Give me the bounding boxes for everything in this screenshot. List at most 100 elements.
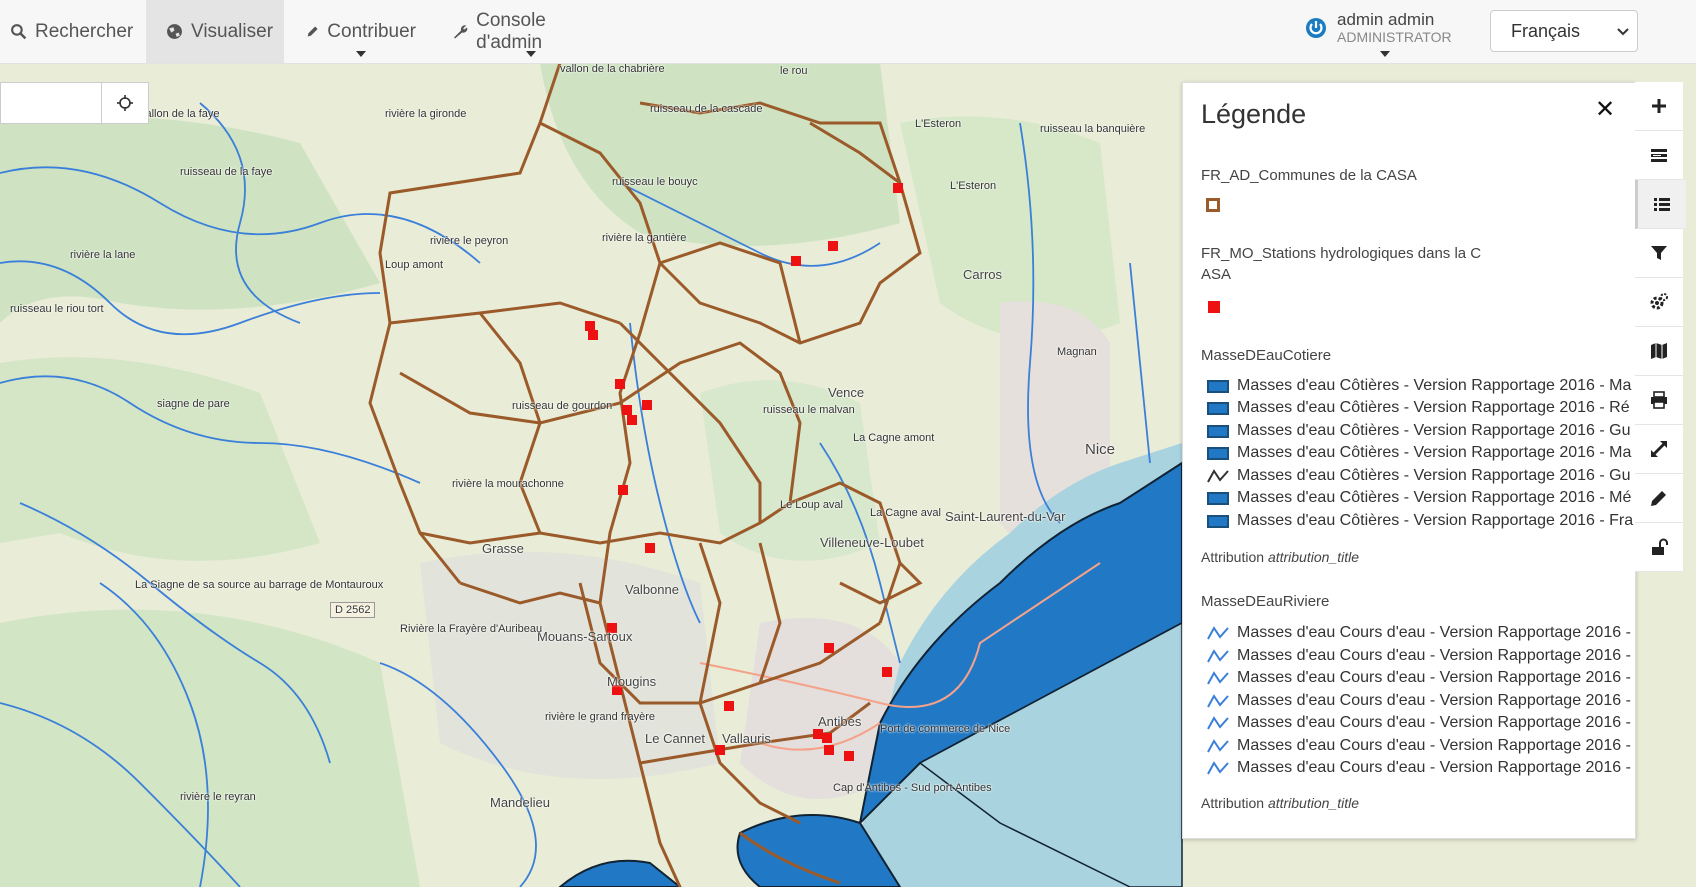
map-label: Cap d'Antibes - Sud port Antibes xyxy=(833,782,992,794)
legend-item-label: Masses d'eau Côtières - Version Rapporta… xyxy=(1237,444,1632,461)
settings-button[interactable] xyxy=(1635,278,1683,327)
legend-item: Masses d'eau Côtières - Version Rapporta… xyxy=(1207,510,1633,532)
filter-icon xyxy=(1651,246,1667,260)
river-line-icon xyxy=(1207,626,1229,640)
pencil-icon xyxy=(307,26,318,37)
legend-item-label: Masses d'eau Cours d'eau - Version Rappo… xyxy=(1237,669,1631,686)
map-label: vallon de la chabrière xyxy=(560,63,665,75)
attribution-label: Attribution xyxy=(1201,795,1265,811)
map-label: ruisseau le malvan xyxy=(763,404,855,416)
river-line-icon xyxy=(1207,716,1229,730)
legend-item: Masses d'eau Côtières - Version Rapporta… xyxy=(1207,420,1631,442)
map-label: Mougins xyxy=(607,674,657,689)
zoom-in-button[interactable] xyxy=(1635,82,1683,131)
legend-item: Masses d'eau Cours d'eau - Version Rappo… xyxy=(1207,690,1631,712)
user-name: admin admin xyxy=(1337,10,1435,29)
map-label: Nice xyxy=(1085,441,1116,458)
nav-search-label: Rechercher xyxy=(35,20,134,42)
attribution-value: attribution_title xyxy=(1267,795,1359,811)
map-label: rivière la gironde xyxy=(385,108,467,120)
map-label: Antibes xyxy=(818,714,862,729)
filter-button[interactable] xyxy=(1635,229,1683,278)
edit-icon xyxy=(1651,491,1666,506)
legend-attribution: Attribution attribution_title xyxy=(1201,795,1359,811)
map-label: La Siagne de sa source au barrage de Mon… xyxy=(135,579,384,591)
nav-visualize-label: Visualiser xyxy=(191,20,274,42)
nav-admin-console[interactable]: Console d'admin xyxy=(452,0,610,63)
zoom-in-icon xyxy=(1652,99,1666,113)
map-label: rivière le peyron xyxy=(430,235,509,247)
legend-item: Masses d'eau Côtières - Version Rapporta… xyxy=(1207,375,1631,397)
legend-item: Masses d'eau Cours d'eau - Version Rappo… xyxy=(1207,757,1631,779)
line-swatch-icon xyxy=(1207,469,1229,483)
nav-contribute[interactable]: Contribuer xyxy=(306,0,416,63)
map-label: Vence xyxy=(828,385,865,400)
map-label: Magnan xyxy=(1057,346,1097,358)
legend-item-label: Masses d'eau Côtières - Version Rapporta… xyxy=(1237,467,1631,484)
legend-layer-title-line1: FR_MO_Stations hydrologiques dans la C xyxy=(1201,245,1482,262)
map-label: Rivière la Frayère d'Auribeau xyxy=(400,623,543,635)
legend-item: Masses d'eau Côtières - Version Rapporta… xyxy=(1207,442,1631,464)
map-label: ruisseau de la cascade xyxy=(650,103,763,115)
fill-swatch xyxy=(1207,491,1229,505)
legend-item: Masses d'eau Cours d'eau - Version Rappo… xyxy=(1207,667,1631,689)
legend-item-label: Masses d'eau Côtières - Version Rapporta… xyxy=(1237,377,1632,394)
user-menu[interactable]: admin admin ADMINISTRATOR xyxy=(1305,10,1452,57)
map-label: Saint-Laurent-du-Var xyxy=(945,509,1066,524)
map-label: Vallauris xyxy=(722,731,771,746)
legend-item: Masses d'eau Cours d'eau - Version Rappo… xyxy=(1207,735,1631,757)
map-label: Port de commerce de Nice xyxy=(880,723,1011,735)
map-label: rivière le grand frayère xyxy=(545,711,656,723)
map-label: le rou xyxy=(780,65,808,77)
legend-item-label: Masses d'eau Côtières - Version Rapporta… xyxy=(1237,489,1632,506)
unlock-icon xyxy=(1652,538,1668,555)
chevron-down-icon xyxy=(356,51,366,57)
layers-button[interactable] xyxy=(1635,131,1683,180)
power-icon xyxy=(1306,18,1326,38)
legend-item: Masses d'eau Côtières - Version Rapporta… xyxy=(1207,465,1631,487)
legend-item-label: Masses d'eau Cours d'eau - Version Rappo… xyxy=(1237,692,1631,709)
map-button[interactable] xyxy=(1635,327,1683,376)
legend-item: Masses d'eau Côtières - Version Rapporta… xyxy=(1207,397,1630,419)
print-button[interactable] xyxy=(1635,376,1683,425)
map-label: Carros xyxy=(963,267,1003,282)
legend-button[interactable] xyxy=(1635,180,1686,229)
nav-contribute-label: Contribuer xyxy=(327,20,416,42)
map-label: rivière la mourachonne xyxy=(452,478,564,490)
nav-search[interactable]: Rechercher xyxy=(10,0,138,63)
map-label: ruisseau le bouyc xyxy=(612,176,698,188)
river-line-icon xyxy=(1207,671,1229,685)
map-label: Grasse xyxy=(482,541,524,556)
top-navbar: Rechercher Visualiser Contribuer Console… xyxy=(0,0,1696,64)
unlock-button[interactable] xyxy=(1635,523,1683,572)
nav-visualize[interactable]: Visualiser xyxy=(146,0,284,63)
legend-item-label: Masses d'eau Côtières - Version Rapporta… xyxy=(1237,422,1631,439)
map-label: L'Esteron xyxy=(915,118,962,130)
legend-item-label: Masses d'eau Cours d'eau - Version Rappo… xyxy=(1237,759,1631,776)
map-search-input[interactable] xyxy=(0,82,102,124)
close-icon[interactable]: ✕ xyxy=(1595,95,1615,124)
crosshair-icon xyxy=(117,95,133,111)
fill-swatch xyxy=(1207,401,1229,415)
legend-item: Masses d'eau Côtières - Version Rapporta… xyxy=(1207,487,1631,509)
legend-layer-title: MasseDEauCotiere xyxy=(1201,347,1332,364)
wrench-icon xyxy=(454,25,468,39)
map-label: L'Esteron xyxy=(950,180,997,192)
fullscreen-icon xyxy=(1651,441,1667,457)
river-line-icon xyxy=(1207,649,1229,663)
print-icon xyxy=(1651,391,1667,409)
layers-icon xyxy=(1651,149,1667,162)
map-label: Le Loup aval xyxy=(780,499,843,511)
map-label: La Cagne aval xyxy=(870,507,941,519)
language-select[interactable]: Français xyxy=(1490,10,1638,52)
legend-layer-title: FR_MO_Stations hydrologiques dans la C A… xyxy=(1201,243,1501,285)
fill-swatch xyxy=(1207,514,1229,528)
fill-swatch xyxy=(1207,424,1229,438)
map-label: rivière la lane xyxy=(70,249,136,261)
map-label: D 2562 xyxy=(330,602,376,618)
legend-item: Masses d'eau Cours d'eau - Version Rappo… xyxy=(1207,712,1631,734)
fullscreen-button[interactable] xyxy=(1635,425,1683,474)
legend-item-label: Masses d'eau Cours d'eau - Version Rappo… xyxy=(1237,624,1631,641)
locate-button[interactable] xyxy=(101,82,149,124)
edit-button[interactable] xyxy=(1635,474,1683,523)
